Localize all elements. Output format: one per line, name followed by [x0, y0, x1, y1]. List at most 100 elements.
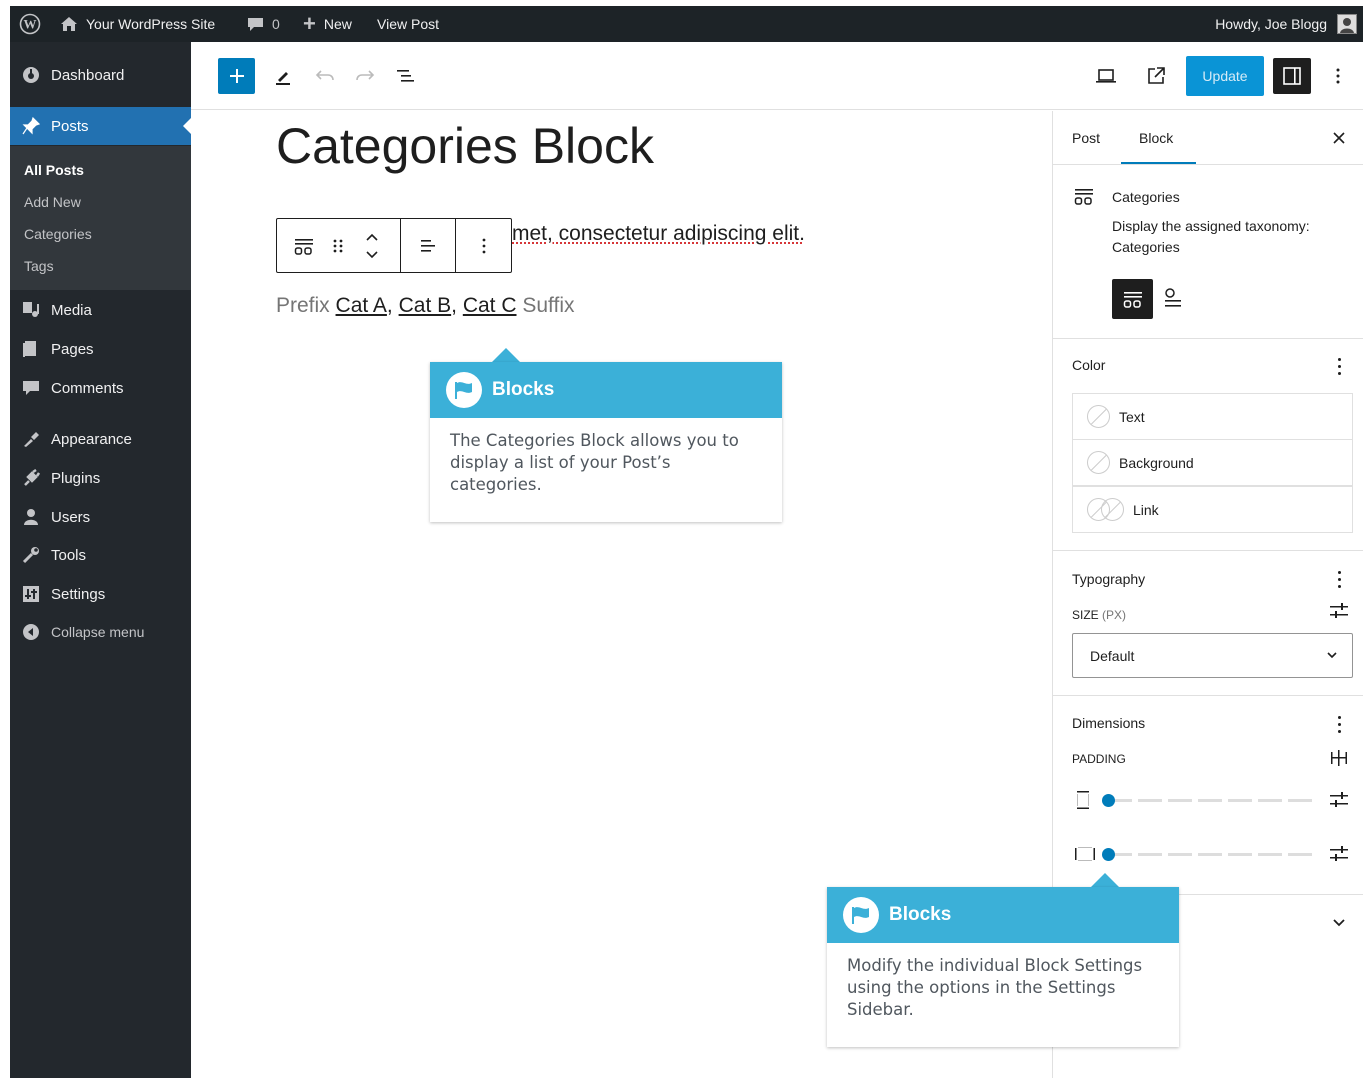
categories-prefix: Prefix	[276, 294, 330, 317]
add-block-button[interactable]	[218, 58, 255, 94]
tag-icon	[1162, 288, 1184, 310]
submenu-add-new[interactable]: Add New	[24, 194, 81, 210]
view-post-link[interactable]: View Post	[377, 6, 439, 42]
menu-collapse[interactable]: Collapse menu	[10, 613, 191, 651]
more-vertical-icon[interactable]	[1338, 571, 1342, 592]
unlink-sides-button[interactable]	[1329, 748, 1349, 768]
advanced-panel-toggle[interactable]	[1329, 913, 1349, 933]
new-label: New	[324, 16, 352, 32]
comment-bubble-icon	[247, 17, 264, 32]
submenu-all-posts[interactable]: All Posts	[24, 162, 84, 178]
chevron-down-icon	[1326, 650, 1338, 660]
callout-title: Blocks	[492, 379, 554, 401]
preview-button[interactable]	[1094, 64, 1118, 88]
site-name-link[interactable]: Your WordPress Site	[60, 6, 215, 42]
options-menu-button[interactable]	[1326, 64, 1350, 88]
close-settings-button[interactable]	[1329, 128, 1349, 148]
vertical-padding-slider[interactable]	[1108, 799, 1318, 802]
list-view-icon	[396, 68, 416, 84]
callout-header: Blocks	[430, 362, 782, 418]
style-tags-button[interactable]	[1161, 287, 1185, 311]
home-icon	[60, 16, 78, 32]
svg-text:W: W	[24, 17, 37, 32]
color-link-option[interactable]: Link	[1072, 486, 1353, 533]
flag-icon	[843, 897, 879, 933]
settings-sliders-icon	[1329, 791, 1349, 809]
menu-posts[interactable]: Posts	[10, 107, 191, 145]
more-vertical-icon[interactable]	[1338, 358, 1342, 379]
categories-block-output[interactable]: Prefix Cat A, Cat B, Cat C Suffix	[276, 294, 575, 318]
slider-thumb[interactable]	[1102, 848, 1115, 861]
menu-dashboard[interactable]: Dashboard	[10, 56, 191, 94]
category-link[interactable]: Cat C	[463, 294, 517, 317]
paragraph-block[interactable]: met, consectetur adipiscing elit.	[512, 222, 805, 246]
new-content-link[interactable]: + New	[303, 6, 352, 42]
menu-plugins[interactable]: Plugins	[10, 459, 191, 497]
callout-pointer	[1091, 873, 1119, 887]
custom-size-toggle[interactable]	[1329, 601, 1349, 621]
post-title[interactable]: Categories Block	[276, 117, 654, 175]
update-button[interactable]: Update	[1186, 56, 1264, 96]
move-block-buttons[interactable]	[362, 231, 382, 261]
callout-header: Blocks	[827, 887, 1179, 943]
more-vertical-icon	[482, 237, 486, 255]
horizontal-padding-icon	[1074, 844, 1096, 864]
document-overview-button[interactable]	[394, 64, 418, 88]
blocks-callout: Blocks The Categories Block allows you t…	[430, 362, 782, 522]
tab-post[interactable]: Post	[1072, 130, 1100, 146]
style-default-button[interactable]	[1112, 279, 1153, 319]
category-link[interactable]: Cat A	[336, 294, 387, 317]
categories-list-icon	[1122, 288, 1144, 310]
account-greeting[interactable]: Howdy, Joe Blogg	[1215, 6, 1327, 42]
toolbar-divider	[400, 219, 401, 272]
plus-icon: +	[303, 13, 316, 35]
flag-icon	[446, 372, 482, 408]
chevron-up-down-icon	[364, 231, 380, 261]
menu-pages[interactable]: Pages	[10, 330, 191, 368]
media-icon	[21, 300, 41, 320]
empty-swatch-icon	[1087, 405, 1110, 428]
redo-icon	[355, 69, 375, 83]
wordpress-logo-icon[interactable]: W	[19, 6, 41, 42]
menu-media[interactable]: Media	[10, 291, 191, 329]
tools-icon	[21, 545, 41, 565]
block-options-button[interactable]	[474, 234, 494, 258]
more-vertical-icon[interactable]	[1338, 716, 1342, 737]
color-text-option[interactable]: Text	[1072, 393, 1353, 440]
submenu-categories[interactable]: Categories	[24, 226, 92, 242]
view-post-button[interactable]	[1144, 64, 1168, 88]
menu-appearance[interactable]: Appearance	[10, 420, 191, 458]
sides-icon	[1329, 748, 1349, 768]
menu-comments[interactable]: Comments	[10, 369, 191, 407]
settings-toggle-button[interactable]	[1273, 58, 1311, 94]
avatar[interactable]	[1337, 6, 1357, 42]
divider	[1053, 695, 1363, 696]
categories-suffix: Suffix	[522, 294, 574, 317]
font-size-select[interactable]: Default	[1072, 633, 1353, 678]
drag-handle[interactable]	[329, 237, 347, 255]
vertical-padding-custom-toggle[interactable]	[1329, 790, 1349, 810]
align-button[interactable]	[415, 234, 441, 258]
menu-users[interactable]: Users	[10, 498, 191, 536]
drag-handle-icon	[332, 238, 344, 254]
empty-swatch-icon	[1087, 451, 1110, 474]
redo-button[interactable]	[353, 64, 377, 88]
comments-link[interactable]: 0	[247, 6, 280, 42]
callout-body: The Categories Block allows you to displ…	[430, 418, 782, 508]
menu-settings[interactable]: Settings	[10, 575, 191, 613]
block-type-button[interactable]	[291, 233, 317, 259]
category-link[interactable]: Cat B	[399, 294, 452, 317]
submenu-tags[interactable]: Tags	[24, 258, 54, 274]
slider-thumb[interactable]	[1102, 794, 1115, 807]
pencil-icon	[274, 67, 292, 85]
horizontal-padding-slider[interactable]	[1108, 853, 1318, 856]
menu-tools[interactable]: Tools	[10, 536, 191, 574]
font-size-value: Default	[1090, 648, 1134, 664]
horizontal-padding-custom-toggle[interactable]	[1329, 844, 1349, 864]
undo-button[interactable]	[313, 64, 337, 88]
edit-tool-button[interactable]	[271, 64, 295, 88]
typography-panel-title: Typography	[1072, 571, 1145, 587]
plus-icon	[229, 68, 245, 84]
tab-block[interactable]: Block	[1139, 130, 1173, 146]
color-background-option[interactable]: Background	[1072, 439, 1353, 486]
